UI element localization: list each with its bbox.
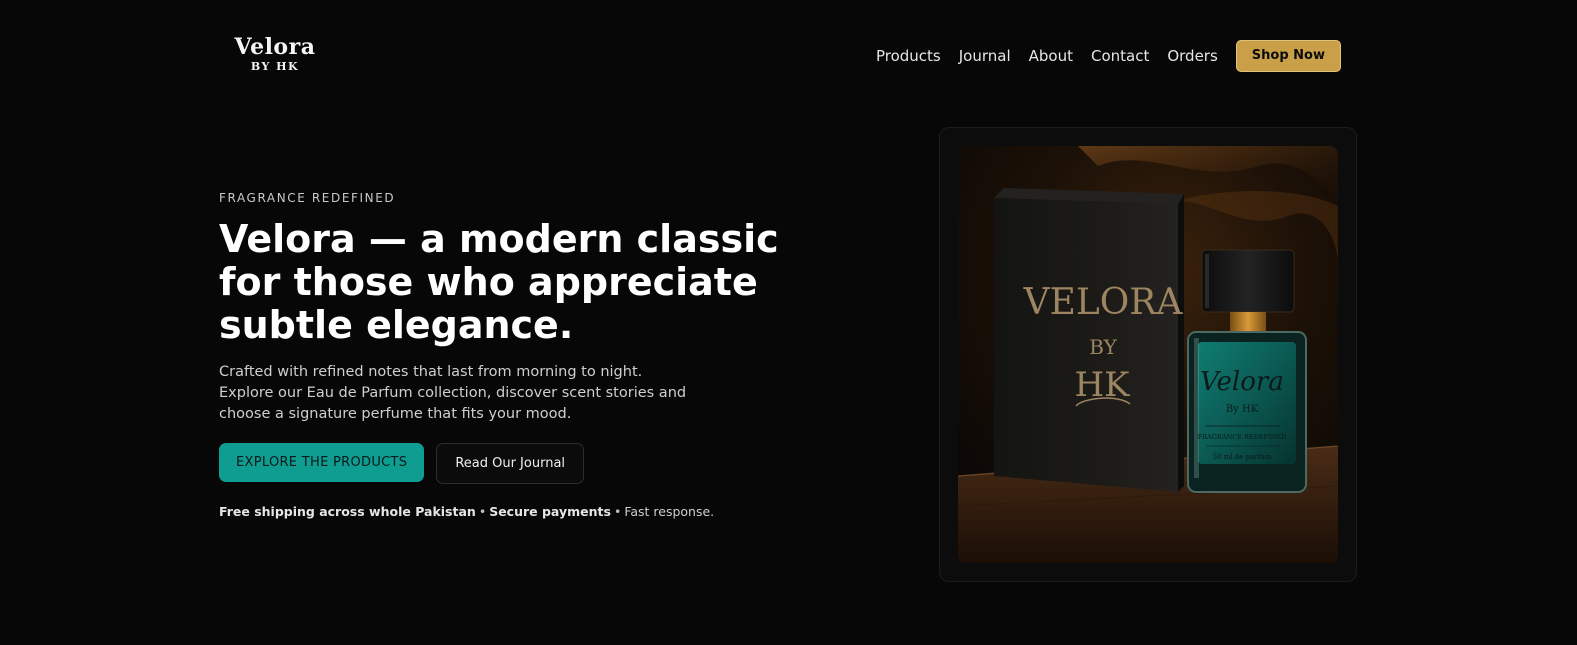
hero-description: Crafted with refined notes that last fro… xyxy=(219,364,687,422)
read-journal-button[interactable]: Read Our Journal xyxy=(436,443,585,484)
explore-products-button[interactable]: EXPLORE THE PRODUCTS xyxy=(219,443,425,482)
bottle-label-by: By HK xyxy=(1226,404,1259,415)
nav-link-products[interactable]: Products xyxy=(876,40,941,72)
box-monogram: HK xyxy=(1074,365,1130,405)
perk-shipping: Free shipping across whole Pakistan xyxy=(219,504,476,519)
nav-link-orders[interactable]: Orders xyxy=(1167,40,1217,72)
brand-tagline: BY HK xyxy=(250,60,300,73)
bottle-neck xyxy=(1230,312,1266,334)
bottle-label-volume: 50 ml de parfum xyxy=(1213,453,1272,461)
perk-payments: Secure payments xyxy=(489,504,611,519)
brand-logo[interactable]: Velora BY HK xyxy=(232,34,318,73)
nav-link-journal[interactable]: Journal xyxy=(959,40,1011,72)
nav-link-contact[interactable]: Contact xyxy=(1091,40,1149,72)
box-brand-text: VELORA xyxy=(1023,282,1184,323)
shop-now-button[interactable]: Shop Now xyxy=(1235,40,1341,72)
page: Velora BY HK Products Journal About Cont… xyxy=(0,0,1577,645)
bottle-label-name: Velora xyxy=(1200,367,1284,397)
main-nav: Products Journal About Contact Orders Sh… xyxy=(876,40,1341,72)
perfume-illustration: VELORA BY HK Velora By HK FRAGRANCE REDE… xyxy=(958,146,1338,563)
bottle-label-line: FRAGRANCE REDEFINED xyxy=(1198,433,1287,441)
nav-link-about[interactable]: About xyxy=(1029,40,1073,72)
product-photo: VELORA BY HK Velora By HK FRAGRANCE REDE… xyxy=(958,146,1338,563)
bottle-cap xyxy=(1201,249,1295,313)
box-by-text: BY xyxy=(1089,335,1117,359)
perk-response: Fast response. xyxy=(624,504,715,519)
hero-eyebrow: FRAGRANCE REDEFINED xyxy=(219,191,396,205)
hero-headline: Velora — a modern classic for those who … xyxy=(219,217,779,347)
perk-separator: • xyxy=(613,504,622,519)
perks-line: Free shipping across whole Pakistan • Secu… xyxy=(219,504,714,519)
hero-cta-group: EXPLORE THE PRODUCTS Read Our Journal xyxy=(219,443,585,484)
perk-separator: • xyxy=(478,504,487,519)
brand-name: Velora xyxy=(234,34,316,60)
product-image-card: VELORA BY HK Velora By HK FRAGRANCE REDE… xyxy=(939,127,1357,582)
perfume-box xyxy=(994,198,1178,492)
